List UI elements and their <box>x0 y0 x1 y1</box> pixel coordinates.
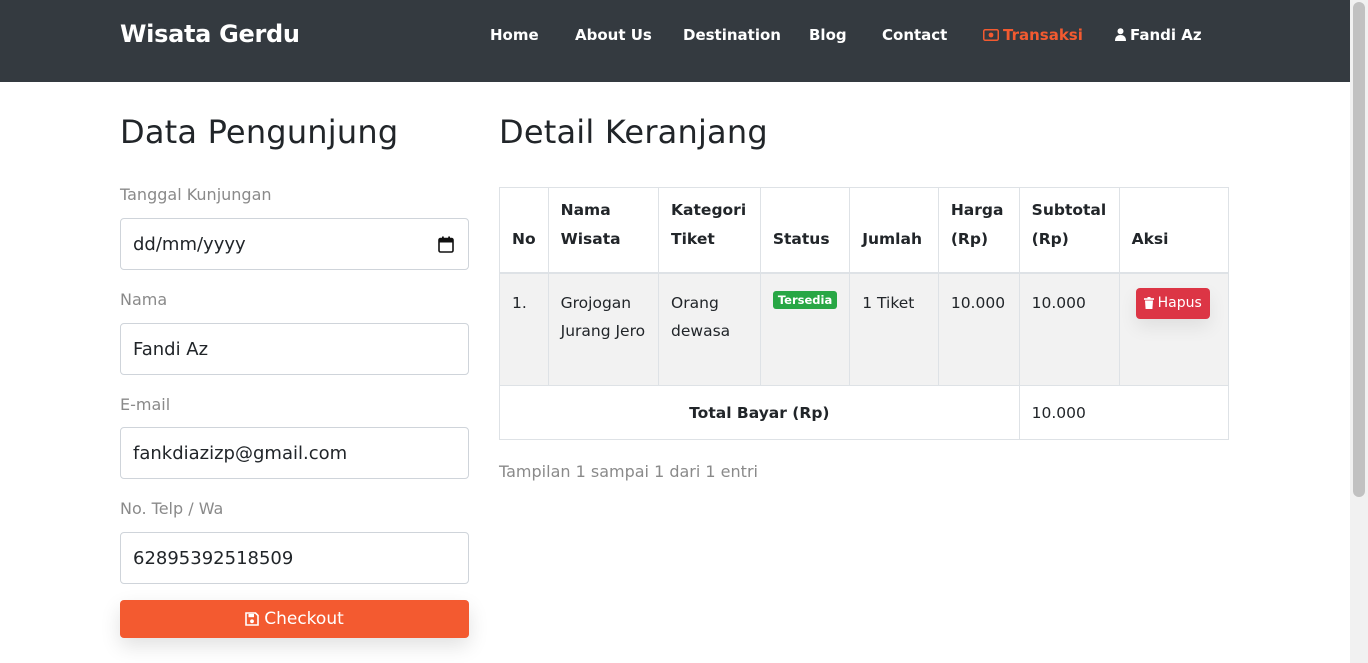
brand-logo[interactable]: Wisata Gerdu <box>120 20 300 48</box>
cell-subtotal: 10.000 <box>1018 272 1120 386</box>
cart-title: Detail Keranjang <box>499 113 768 151</box>
cell-nama-wisata: Grojogan Jurang Jero <box>547 272 660 386</box>
cart-table: No Nama Wisata Kategori Tiket Status Jumla… <box>499 187 1230 440</box>
table-row: 1. Grojogan Jurang Jero Orang dewasa Ter… <box>499 272 1230 386</box>
col-header-nama-wisata[interactable]: Nama Wisata <box>547 187 660 274</box>
nav-destination[interactable]: Destination <box>683 26 781 44</box>
visit-date-input[interactable]: dd/mm/yyyy <box>120 218 469 270</box>
cell-harga: 10.000 <box>937 272 1020 386</box>
delete-button[interactable]: Hapus <box>1135 287 1210 319</box>
email-label: E-mail <box>120 395 171 414</box>
nav-user[interactable]: Fandi Az <box>1115 26 1202 45</box>
save-icon <box>245 612 260 626</box>
status-badge: Tersedia <box>772 290 838 309</box>
phone-input[interactable]: 62895392518509 <box>120 532 469 584</box>
nav-transaksi[interactable]: Transaksi <box>983 26 1083 45</box>
email-input[interactable]: fankdiazizp@gmail.com <box>120 427 469 479</box>
table-header-row: No Nama Wisata Kategori Tiket Status Jumla… <box>499 187 1230 274</box>
nav-blog[interactable]: Blog <box>809 26 847 44</box>
visitor-title: Data Pengunjung <box>120 113 399 151</box>
nav-home[interactable]: Home <box>490 26 539 44</box>
date-label: Tanggal Kunjungan <box>120 185 272 204</box>
scrollbar-thumb[interactable] <box>1353 2 1365 497</box>
money-icon <box>983 27 999 45</box>
col-header-subtotal[interactable]: Subtotal (Rp) <box>1018 187 1120 274</box>
col-header-harga[interactable]: Harga (Rp) <box>937 187 1020 274</box>
phone-label: No. Telp / Wa <box>120 499 224 518</box>
navbar: Wisata Gerdu Home About Us Destination B… <box>0 0 1350 82</box>
col-header-status[interactable]: Status <box>759 187 851 274</box>
cell-no: 1. <box>499 272 549 386</box>
name-label: Nama <box>120 290 168 309</box>
cell-kategori: Orang dewasa <box>658 272 761 386</box>
total-row: Total Bayar (Rp) 10.000 <box>499 385 1230 440</box>
nav-user-label: Fandi Az <box>1130 26 1202 44</box>
table-info: Tampilan 1 sampai 1 dari 1 entri <box>499 462 758 481</box>
col-header-kategori-tiket[interactable]: Kategori Tiket <box>658 187 761 274</box>
nav-transaksi-label: Transaksi <box>1003 26 1083 44</box>
col-header-jumlah[interactable]: Jumlah <box>849 187 939 274</box>
checkout-button[interactable]: Checkout <box>120 600 469 638</box>
total-value: 10.000 <box>1018 385 1230 440</box>
cell-status: Tersedia <box>759 272 851 386</box>
cell-jumlah: 1 Tiket <box>849 272 939 386</box>
delete-label: Hapus <box>1157 294 1202 311</box>
visit-date-value: dd/mm/yyyy <box>133 233 246 255</box>
name-input[interactable]: Fandi Az <box>120 323 469 375</box>
trash-icon <box>1143 297 1154 309</box>
col-header-no[interactable]: No <box>499 187 549 274</box>
nav-about-us[interactable]: About Us <box>575 26 652 44</box>
col-header-aksi[interactable]: Aksi <box>1118 187 1230 274</box>
scrollbar[interactable] <box>1350 0 1368 663</box>
nav-contact[interactable]: Contact <box>882 26 947 44</box>
total-label: Total Bayar (Rp) <box>499 385 1020 440</box>
user-icon <box>1115 27 1126 45</box>
cell-aksi: Hapus <box>1118 272 1230 386</box>
checkout-label: Checkout <box>264 609 344 629</box>
calendar-icon[interactable] <box>438 236 454 258</box>
